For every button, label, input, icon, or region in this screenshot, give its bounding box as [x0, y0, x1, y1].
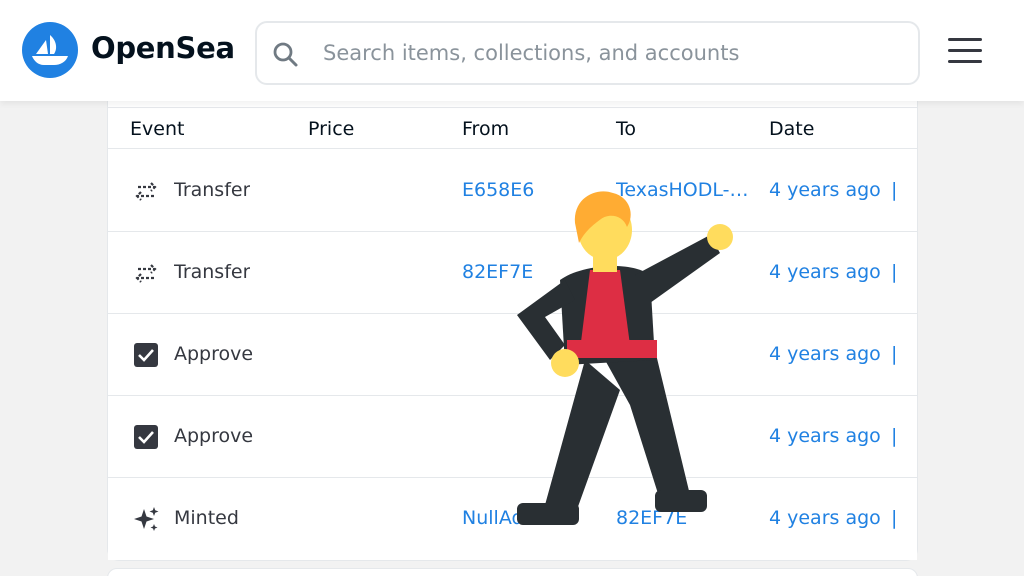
table-header: Event Price From To Date	[108, 107, 917, 149]
event-label: Minted	[174, 507, 239, 529]
external-link-icon[interactable]: |	[891, 343, 897, 365]
column-from: From	[462, 118, 510, 140]
event-label: Transfer	[174, 179, 251, 201]
date-link[interactable]: 4 years ago	[769, 425, 881, 447]
event-label: Approve	[174, 425, 254, 447]
checkbox-checked-icon	[134, 343, 158, 367]
column-event: Event	[130, 118, 185, 140]
date-link[interactable]: 4 years ago	[769, 343, 881, 365]
brand-name[interactable]: OpenSea	[91, 31, 235, 65]
opensea-logo-icon[interactable]	[22, 22, 78, 78]
date-link[interactable]: 4 years ago	[769, 261, 881, 283]
column-to: To	[616, 118, 637, 140]
search-icon	[273, 42, 298, 67]
external-link-icon[interactable]: |	[891, 261, 897, 283]
checkbox-checked-icon	[134, 425, 158, 449]
external-link-icon[interactable]: |	[891, 507, 897, 529]
top-header: OpenSea	[0, 0, 1024, 101]
man-dancing-emoji-icon	[517, 191, 733, 525]
transfer-arrows-icon	[135, 182, 157, 201]
external-link-icon[interactable]: |	[891, 425, 897, 447]
event-label: Transfer	[174, 261, 251, 283]
next-card	[107, 568, 918, 576]
column-price: Price	[308, 118, 355, 140]
event-label: Approve	[174, 343, 254, 365]
date-link[interactable]: 4 years ago	[769, 507, 881, 529]
transfer-arrows-icon	[135, 264, 157, 283]
column-date: Date	[769, 118, 815, 140]
hamburger-menu-icon[interactable]	[948, 38, 982, 64]
search-input[interactable]	[323, 37, 903, 69]
date-link[interactable]: 4 years ago	[769, 179, 881, 201]
search-bar[interactable]	[255, 21, 920, 85]
external-link-icon[interactable]: |	[891, 179, 897, 201]
sparkles-icon	[134, 507, 159, 531]
